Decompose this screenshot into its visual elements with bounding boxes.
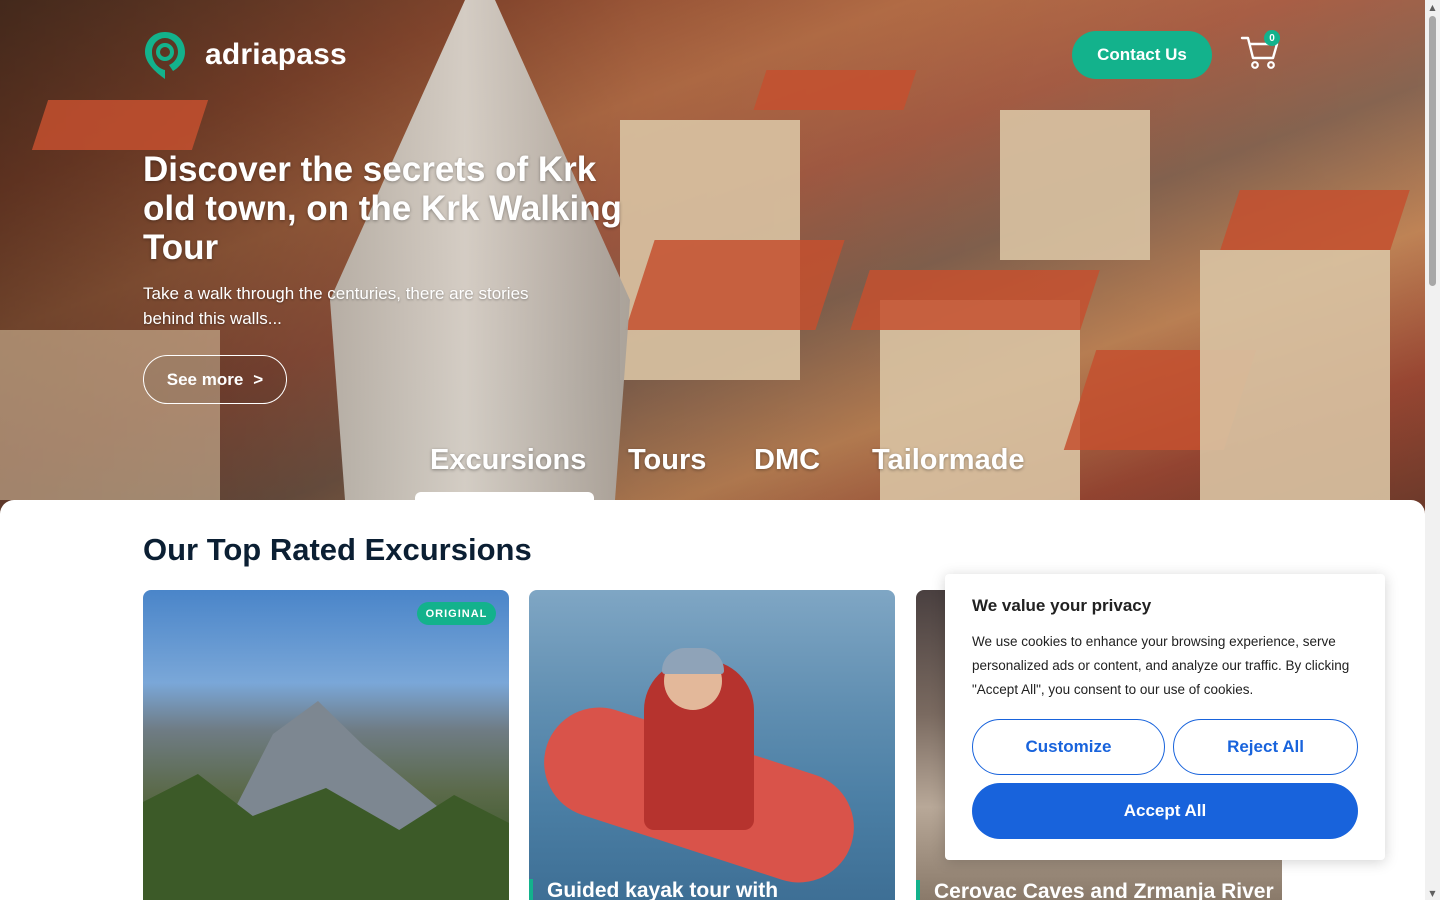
hero-roof (753, 70, 917, 110)
card-title[interactable]: Guided kayak tour with (529, 879, 778, 900)
card-image-cap (662, 648, 724, 674)
brand-logo[interactable]: adriapass (143, 30, 347, 80)
cookie-consent-banner: We value your privacy We use cookies to … (945, 574, 1385, 860)
section-title: Our Top Rated Excursions (143, 532, 532, 567)
reject-all-button[interactable]: Reject All (1173, 719, 1358, 775)
hero-roof (850, 270, 1100, 330)
hero-roof (1220, 190, 1410, 250)
active-tab-indicator (415, 492, 594, 502)
excursion-card[interactable] (143, 590, 509, 900)
category-tabs: Excursions Tours DMC Tailormade (0, 444, 1425, 500)
tab-excursions[interactable]: Excursions (430, 444, 586, 477)
tab-tailormade[interactable]: Tailormade (872, 444, 1025, 477)
excursion-card[interactable] (529, 590, 895, 900)
card-title[interactable]: Cerovac Caves and Zrmanja River (916, 880, 1274, 900)
chevron-right-icon: > (253, 369, 264, 389)
scroll-down-icon[interactable]: ▼ (1425, 886, 1440, 900)
cart-count-badge: 0 (1264, 30, 1280, 46)
scroll-thumb[interactable] (1429, 16, 1436, 286)
original-badge: ORIGINAL (417, 602, 496, 625)
page-scrollbar[interactable]: ▲ ▼ (1425, 0, 1440, 900)
hero-roof (31, 100, 209, 150)
hero-building (1000, 110, 1150, 260)
see-more-label: See more (166, 369, 244, 389)
tab-tours[interactable]: Tours (628, 444, 706, 477)
customize-button[interactable]: Customize (972, 719, 1165, 775)
cookie-text: We use cookies to enhance your browsing … (972, 634, 1350, 697)
tab-dmc[interactable]: DMC (754, 444, 820, 477)
scroll-up-icon[interactable]: ▲ (1425, 0, 1440, 14)
hero-title: Discover the secrets of Krk old town, on… (143, 150, 622, 267)
accept-all-button[interactable]: Accept All (972, 783, 1358, 839)
see-more-button[interactable]: See more > (143, 355, 287, 404)
map-pin-icon (145, 32, 185, 79)
hero-subtitle: Take a walk through the centuries, there… (143, 284, 529, 328)
hero-roof (625, 240, 845, 330)
cookie-title: We value your privacy (972, 596, 1152, 615)
brand-name: adriapass (205, 38, 347, 71)
contact-us-button[interactable]: Contact Us (1072, 31, 1212, 79)
